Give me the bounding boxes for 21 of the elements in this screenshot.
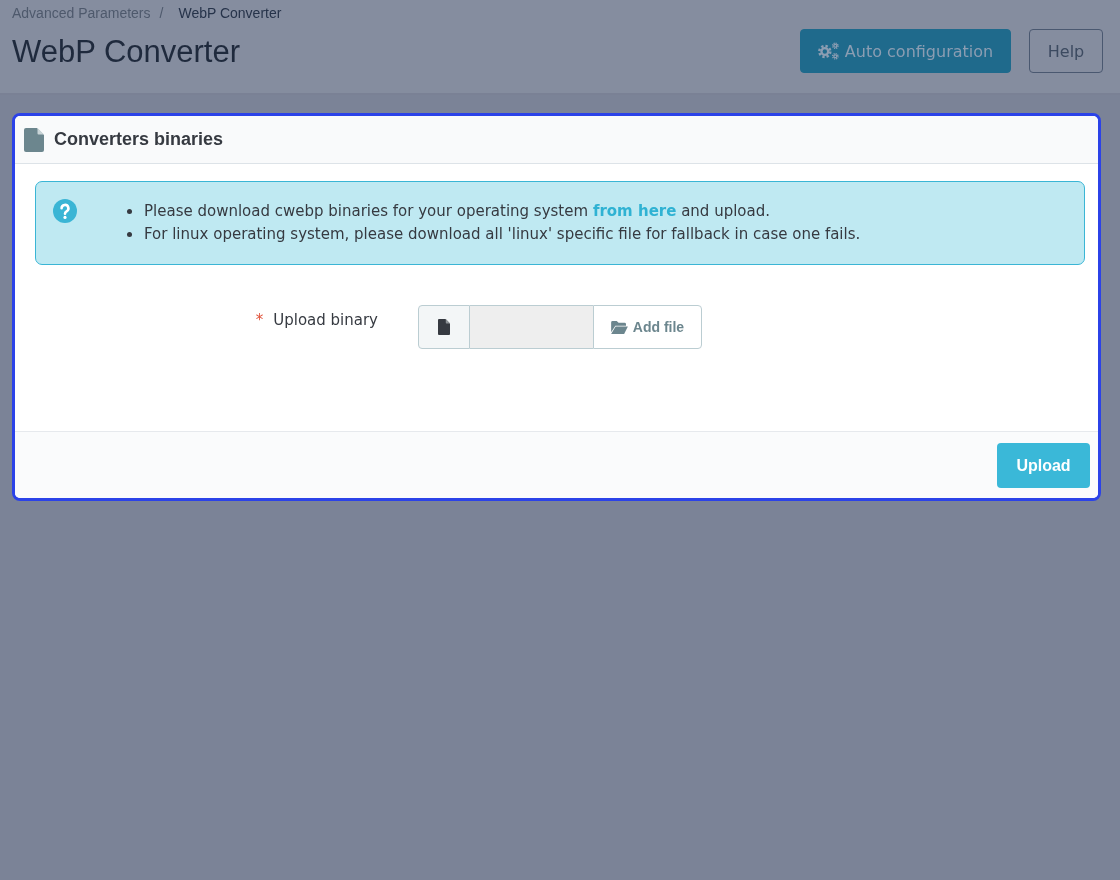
bullet-icon xyxy=(127,232,132,237)
required-mark: * xyxy=(255,310,264,330)
help-icon xyxy=(53,199,77,223)
cogs-icon xyxy=(817,42,839,60)
folder-icon xyxy=(610,320,628,334)
field-label: Upload binary xyxy=(273,310,378,330)
file-icon xyxy=(438,319,450,335)
info-text: Please download cwebp binaries for your operating system from here and upload. xyxy=(144,201,770,222)
card-title: Converters binaries xyxy=(54,129,224,150)
info-text: For linux operating system, please download all 'linux' specific file for fallback in case one fails. xyxy=(144,224,861,245)
help-button[interactable]: Help xyxy=(1029,29,1103,73)
breadcrumb-separator: / xyxy=(159,5,164,21)
upload-button[interactable]: Upload xyxy=(997,443,1090,488)
add-file-button[interactable]: Add file xyxy=(593,305,702,349)
auto-configuration-button[interactable]: Auto configuration xyxy=(800,29,1011,73)
page-title: WebP Converter xyxy=(12,33,242,71)
file-icon xyxy=(24,127,44,152)
file-name-field[interactable] xyxy=(470,305,593,349)
bullet-icon xyxy=(127,209,132,214)
breadcrumb-current-page: WebP Converter xyxy=(178,5,282,21)
download-link[interactable]: from here xyxy=(592,202,677,220)
